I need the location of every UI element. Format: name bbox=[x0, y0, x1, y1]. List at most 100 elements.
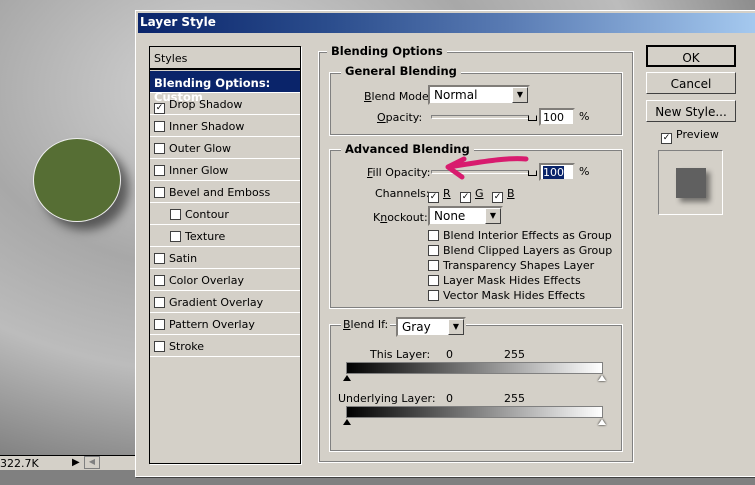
style-checkbox[interactable] bbox=[170, 231, 181, 242]
style-checkbox[interactable] bbox=[154, 275, 165, 286]
this-layer-white-slider[interactable] bbox=[598, 375, 606, 381]
chevron-down-icon: ▼ bbox=[485, 208, 501, 224]
chevron-down-icon: ▼ bbox=[512, 87, 528, 103]
style-item-label: Satin bbox=[169, 252, 198, 265]
underlying-white-slider[interactable] bbox=[598, 419, 606, 425]
style-item-gradient-overlay[interactable]: Gradient Overlay bbox=[150, 291, 300, 313]
style-checkbox[interactable] bbox=[154, 121, 165, 132]
style-item-pattern-overlay[interactable]: Pattern Overlay bbox=[150, 313, 300, 335]
checkbox-box bbox=[428, 230, 439, 241]
preview-checkbox[interactable]: ✓ Preview bbox=[661, 128, 719, 144]
status-bar: 322.7K ▶ ◀ bbox=[0, 455, 135, 470]
chevron-down-icon: ▼ bbox=[448, 319, 464, 335]
advanced-option-label: Blend Interior Effects as Group bbox=[443, 229, 612, 242]
green-circle-layer bbox=[33, 138, 121, 222]
blend-if-label: Blend If: bbox=[341, 316, 391, 333]
underlying-black-slider[interactable] bbox=[343, 419, 351, 425]
layer-style-dialog: Layer Style Styles Blending Options: Cus… bbox=[135, 10, 755, 477]
style-checkbox[interactable] bbox=[154, 297, 165, 308]
style-checkbox[interactable] bbox=[154, 143, 165, 154]
this-layer-label: This Layer: bbox=[370, 348, 431, 361]
title-bar: Layer Style bbox=[138, 13, 755, 33]
style-item-blending-options-custom[interactable]: Blending Options: Custom bbox=[150, 71, 300, 104]
channel-g-checkbox[interactable]: ✓ G bbox=[460, 187, 484, 203]
advanced-option-checkbox[interactable]: Transparency Shapes Layer bbox=[428, 259, 594, 272]
knockout-label: Knockout: bbox=[373, 211, 428, 224]
channel-label: R bbox=[443, 187, 451, 200]
style-item-bevel-and-emboss[interactable]: Bevel and Emboss bbox=[150, 181, 300, 203]
advanced-option-checkbox[interactable]: Vector Mask Hides Effects bbox=[428, 289, 585, 302]
advanced-option-label: Blend Clipped Layers as Group bbox=[443, 244, 613, 257]
checkbox-box bbox=[428, 290, 439, 301]
style-item-label: Inner Shadow bbox=[169, 120, 245, 133]
doc-size: 322.7K bbox=[0, 457, 39, 470]
fill-opacity-label: Fill Opacity: bbox=[367, 166, 431, 179]
style-checkbox[interactable]: ✓ bbox=[154, 103, 165, 114]
knockout-value: None bbox=[434, 209, 466, 223]
style-item-color-overlay[interactable]: Color Overlay bbox=[150, 269, 300, 291]
style-item-label: Stroke bbox=[169, 340, 205, 353]
styles-header[interactable]: Styles bbox=[150, 47, 300, 70]
styles-list: Styles Blending Options: Custom ✓ Drop Sha… bbox=[149, 46, 301, 464]
opacity-slider[interactable] bbox=[431, 115, 536, 119]
advanced-option-checkbox[interactable]: Blend Interior Effects as Group bbox=[428, 229, 612, 242]
style-item-label: Contour bbox=[185, 208, 229, 221]
blend-if-select[interactable]: Gray ▼ bbox=[396, 317, 466, 337]
fill-opacity-input[interactable]: 100 bbox=[539, 163, 575, 181]
checkmark-icon: ✓ bbox=[460, 192, 471, 203]
style-item-label: Inner Glow bbox=[169, 164, 229, 177]
style-checkbox[interactable] bbox=[170, 209, 181, 220]
channel-b-checkbox[interactable]: ✓ B bbox=[492, 187, 515, 203]
blend-mode-label: Blend Mode: bbox=[364, 90, 433, 103]
channel-label: G bbox=[475, 187, 484, 200]
checkbox-box bbox=[428, 275, 439, 286]
checkmark-icon: ✓ bbox=[492, 192, 503, 203]
this-layer-black-slider[interactable] bbox=[343, 375, 351, 381]
opacity-percent: % bbox=[579, 110, 590, 123]
preview-label: Preview bbox=[676, 128, 719, 141]
advanced-option-label: Vector Mask Hides Effects bbox=[443, 289, 586, 302]
general-blending-title: General Blending bbox=[341, 64, 461, 78]
cancel-button[interactable]: Cancel bbox=[646, 72, 736, 94]
channel-r-checkbox[interactable]: ✓ R bbox=[428, 187, 451, 203]
advanced-option-label: Transparency Shapes Layer bbox=[443, 259, 595, 272]
dialog-title: Layer Style bbox=[140, 15, 216, 29]
style-checkbox[interactable] bbox=[154, 165, 165, 176]
underlying-max: 255 bbox=[504, 392, 525, 405]
style-checkbox[interactable] bbox=[154, 341, 165, 352]
opacity-value: 100 bbox=[543, 111, 564, 124]
opacity-input[interactable]: 100 bbox=[539, 108, 575, 126]
style-item-outer-glow[interactable]: Outer Glow bbox=[150, 137, 300, 159]
underlying-layer-gradient bbox=[346, 406, 603, 418]
blend-mode-value: Normal bbox=[434, 88, 478, 102]
style-item-texture[interactable]: Texture bbox=[150, 225, 300, 247]
blend-mode-select[interactable]: Normal ▼ bbox=[428, 85, 530, 105]
ok-button[interactable]: OK bbox=[646, 45, 736, 67]
knockout-select[interactable]: None ▼ bbox=[428, 206, 503, 226]
cancel-label: Cancel bbox=[670, 77, 712, 91]
style-item-label: Color Overlay bbox=[169, 274, 244, 287]
style-item-inner-glow[interactable]: Inner Glow bbox=[150, 159, 300, 181]
style-item-satin[interactable]: Satin bbox=[150, 247, 300, 269]
style-item-label: Bevel and Emboss bbox=[169, 186, 271, 199]
style-item-label: Gradient Overlay bbox=[169, 296, 264, 309]
style-item-inner-shadow[interactable]: Inner Shadow bbox=[150, 115, 300, 137]
checkbox-box bbox=[428, 260, 439, 271]
new-style-button[interactable]: New Style... bbox=[646, 100, 736, 122]
advanced-option-checkbox[interactable]: Layer Mask Hides Effects bbox=[428, 274, 581, 287]
blending-options-title: Blending Options bbox=[327, 44, 447, 58]
status-menu-arrow-icon[interactable]: ▶ bbox=[72, 457, 80, 468]
fill-opacity-percent: % bbox=[579, 165, 590, 178]
style-item-contour[interactable]: Contour bbox=[150, 203, 300, 225]
blend-if-group bbox=[329, 324, 623, 452]
styles-header-label: Styles bbox=[154, 52, 188, 65]
preview-thumbnail bbox=[658, 150, 723, 215]
style-checkbox[interactable] bbox=[154, 253, 165, 264]
advanced-option-checkbox[interactable]: Blend Clipped Layers as Group bbox=[428, 244, 612, 257]
style-item-stroke[interactable]: Stroke bbox=[150, 335, 300, 357]
style-item-drop-shadow[interactable]: ✓ Drop Shadow bbox=[150, 93, 300, 115]
style-checkbox[interactable] bbox=[154, 319, 165, 330]
scroll-left-icon[interactable]: ◀ bbox=[84, 456, 100, 469]
style-checkbox[interactable] bbox=[154, 187, 165, 198]
style-item-label: Pattern Overlay bbox=[169, 318, 255, 331]
